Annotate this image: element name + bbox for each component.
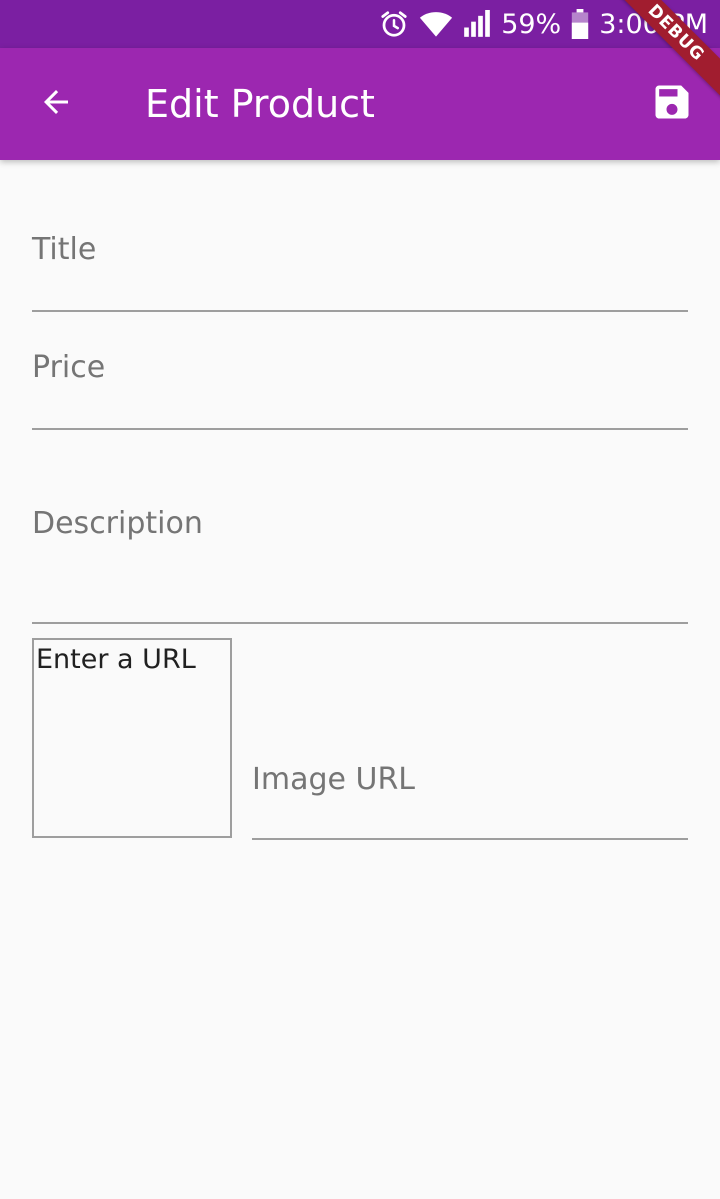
status-bar: 59% 3:00 PM	[0, 0, 720, 48]
page-title: Edit Product	[145, 82, 375, 126]
alarm-icon	[379, 9, 409, 39]
back-button[interactable]	[28, 76, 84, 132]
save-button[interactable]	[644, 76, 700, 132]
image-url-field[interactable]: Image URL	[252, 748, 688, 840]
description-underline	[32, 622, 688, 624]
wifi-icon	[419, 10, 453, 38]
image-url-underline	[252, 838, 688, 840]
app-bar: Edit Product	[0, 48, 720, 160]
battery-icon	[571, 9, 589, 39]
title-underline	[32, 310, 688, 312]
price-underline	[32, 428, 688, 430]
image-preview: Enter a URL	[32, 638, 232, 838]
title-field[interactable]: Title	[32, 220, 688, 312]
arrow-back-icon	[38, 84, 74, 124]
description-input[interactable]	[32, 504, 688, 614]
save-icon	[650, 80, 694, 128]
battery-text: 59%	[501, 8, 562, 40]
image-preview-placeholder: Enter a URL	[36, 644, 196, 675]
signal-icon	[463, 10, 491, 38]
title-input[interactable]	[32, 230, 688, 290]
image-url-input[interactable]	[252, 758, 688, 818]
price-input[interactable]	[32, 348, 688, 408]
description-field[interactable]: Description	[32, 494, 688, 624]
price-field[interactable]: Price	[32, 338, 688, 430]
